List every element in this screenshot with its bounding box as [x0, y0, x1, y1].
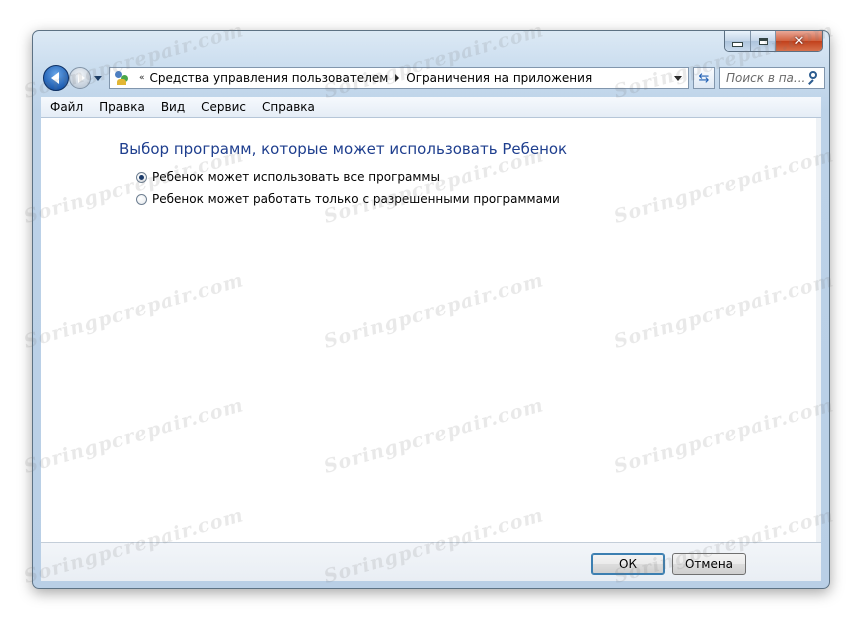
menu-bar: Файл Правка Вид Сервис Справка: [41, 97, 821, 118]
dialog-footer: ОК Отмена: [41, 542, 821, 581]
breadcrumb-app-restrictions[interactable]: Ограничения на приложения: [406, 71, 592, 85]
page-title: Выбор программ, которые может использова…: [119, 140, 568, 158]
radio-all-programs[interactable]: [136, 171, 147, 183]
search-input[interactable]: [726, 71, 804, 85]
breadcrumb-user-controls[interactable]: Средства управления пользователем: [150, 71, 389, 85]
users-icon: [114, 70, 130, 86]
option-allowed-programs[interactable]: Ребенок может работать только с разрешен…: [136, 192, 560, 206]
maximize-button[interactable]: [751, 31, 776, 51]
breadcrumb-overflow[interactable]: «: [139, 73, 145, 83]
back-arrow-icon: [51, 72, 59, 84]
radio-allowed-programs[interactable]: [136, 193, 147, 205]
forward-button[interactable]: [69, 67, 91, 89]
cancel-button[interactable]: Отмена: [672, 553, 746, 575]
window-controls: ✕: [724, 31, 823, 52]
maximize-icon: [758, 37, 768, 45]
search-icon[interactable]: [806, 71, 820, 85]
content-edge: [816, 118, 821, 542]
close-icon: ✕: [793, 33, 805, 49]
refresh-icon: ⇆: [698, 70, 710, 86]
address-bar[interactable]: « Средства управления пользователем Огра…: [109, 67, 689, 89]
menu-tools[interactable]: Сервис: [193, 100, 254, 114]
content-pane: Выбор программ, которые может использова…: [41, 118, 821, 542]
option-allowed-programs-label[interactable]: Ребенок может работать только с разрешен…: [152, 192, 560, 206]
ok-button[interactable]: ОК: [591, 553, 665, 575]
menu-file[interactable]: Файл: [41, 100, 91, 114]
close-button[interactable]: ✕: [776, 31, 822, 51]
option-all-programs-label[interactable]: Ребенок может использовать все программы: [152, 170, 440, 184]
refresh-button[interactable]: ⇆: [693, 67, 715, 89]
back-button[interactable]: [43, 65, 69, 91]
minimize-icon: [732, 41, 743, 47]
menu-view[interactable]: Вид: [153, 100, 193, 114]
option-all-programs[interactable]: Ребенок может использовать все программы: [136, 170, 440, 184]
menu-help[interactable]: Справка: [254, 100, 323, 114]
forward-arrow-icon: [77, 73, 85, 83]
breadcrumb-chevron-icon[interactable]: [395, 74, 400, 82]
navigation-bar: « Средства управления пользователем Огра…: [41, 65, 825, 91]
recent-pages-dropdown[interactable]: [94, 76, 102, 81]
address-dropdown-icon[interactable]: [674, 76, 682, 81]
search-box[interactable]: [719, 67, 825, 89]
menu-edit[interactable]: Правка: [91, 100, 153, 114]
minimize-button[interactable]: [725, 31, 751, 51]
app-window: ✕ « Средства управления пользователем Ог…: [32, 30, 830, 589]
